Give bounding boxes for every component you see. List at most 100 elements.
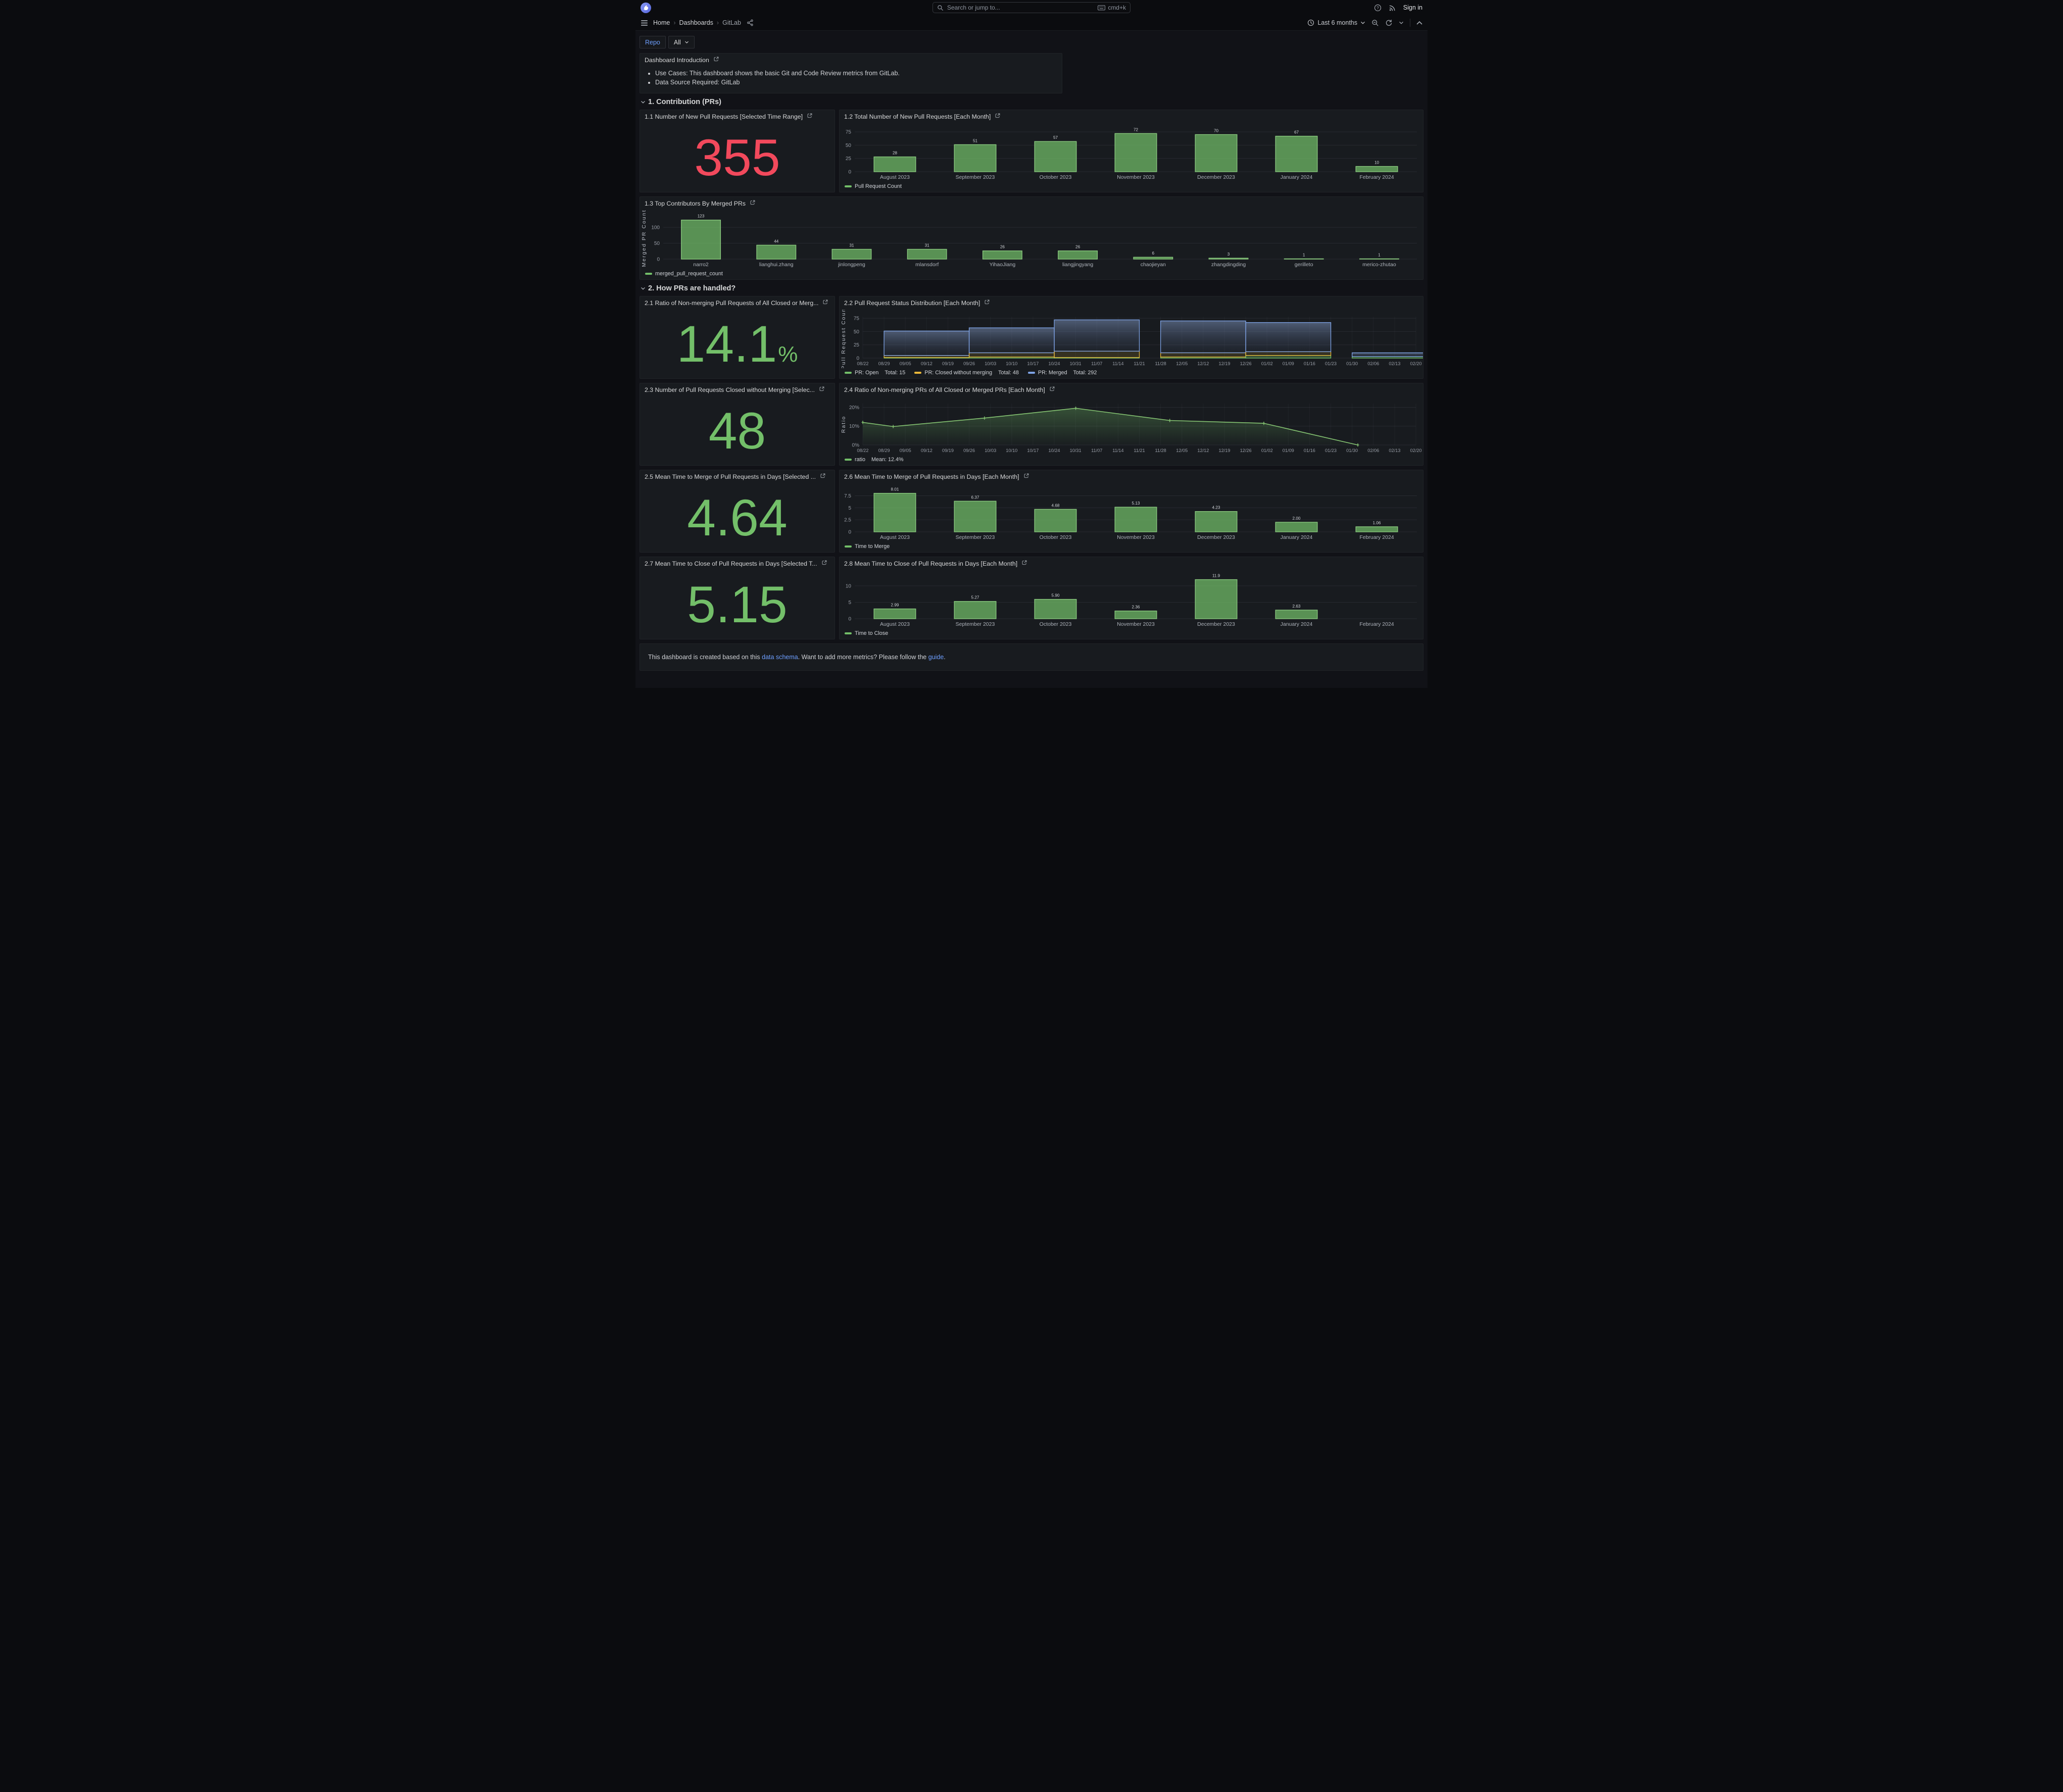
svg-text:September 2023: September 2023 [956, 621, 995, 627]
area-chart-nonmerge-ratio[interactable]: 0% 10% 20% Ratio 08/22 08/29 09/05 09/12 09/19 09… [840, 396, 1423, 455]
chart-legend[interactable]: Pull Request Count [840, 182, 1423, 192]
breadcrumb-separator: › [673, 19, 676, 26]
refresh-button[interactable] [1385, 19, 1393, 27]
panel-title: 2.1 Ratio of Non-merging Pull Requests o… [645, 300, 819, 307]
search-input[interactable]: Search or jump to... cmd+k [932, 2, 1131, 13]
intro-bullet: Use Cases: This dashboard shows the basi… [655, 69, 1062, 78]
external-link-icon[interactable] [984, 298, 990, 308]
svg-text:11/14: 11/14 [1112, 361, 1123, 366]
svg-text:50: 50 [854, 329, 860, 335]
share-dashboard-button[interactable] [747, 19, 754, 26]
svg-text:5: 5 [848, 600, 851, 606]
external-link-icon[interactable] [1023, 472, 1029, 481]
svg-text:50: 50 [654, 241, 660, 246]
chart-legend[interactable]: Time to Merge [840, 542, 1423, 552]
svg-text:01/16: 01/16 [1304, 361, 1315, 366]
bar-chart-top-contributors[interactable]: 0 50 100 Merged PR Count 123 narro2 44 lianghui… [640, 210, 1423, 269]
svg-text:01/09: 01/09 [1283, 361, 1294, 366]
search-placeholder: Search or jump to... [947, 4, 1000, 11]
stat-value: 48 [708, 402, 766, 460]
external-link-icon[interactable] [713, 56, 719, 65]
breadcrumb-home[interactable]: Home [653, 19, 670, 26]
chart-legend[interactable]: Time to Close [840, 629, 1423, 639]
panel-title: 1.1 Number of New Pull Requests [Selecte… [645, 113, 803, 120]
svg-text:Merged PR Count: Merged PR Count [641, 210, 647, 267]
svg-text:January 2024: January 2024 [1281, 174, 1313, 180]
mega-menu-button[interactable] [641, 20, 648, 26]
svg-text:0: 0 [657, 257, 660, 263]
legend-item[interactable]: Time to Merge [845, 543, 890, 550]
panel-title: 2.8 Mean Time to Close of Pull Requests … [844, 560, 1018, 567]
section-row-contribution[interactable]: 1. Contribution (PRs) [641, 98, 1423, 106]
svg-text:October 2023: October 2023 [1040, 534, 1072, 540]
legend-item[interactable]: PR: Closed without merging Total: 48 [914, 370, 1019, 376]
legend-swatch [845, 632, 852, 634]
legend-item[interactable]: PR: Merged Total: 292 [1027, 370, 1097, 376]
svg-text:12/26: 12/26 [1240, 448, 1252, 453]
external-link-icon[interactable] [1049, 385, 1055, 394]
legend-item[interactable]: PR: Open Total: 15 [845, 370, 905, 376]
breadcrumb-dashboards[interactable]: Dashboards [679, 19, 713, 26]
bar-chart-close-time[interactable]: 0 5 10 2.99 August 2023 5.27 September 2023 5.9… [840, 570, 1423, 629]
svg-text:09/12: 09/12 [921, 361, 932, 366]
stat-value: 5.15 [687, 576, 788, 633]
chart-legend[interactable]: ratio Mean: 12.4% [840, 455, 1423, 465]
stacked-bar-chart-pr-status[interactable]: 0 25 50 75 Pull Request Count 08/22 08/29 09/05… [840, 310, 1423, 368]
svg-text:72: 72 [1134, 127, 1139, 132]
collapse-toolbar-button[interactable] [1416, 21, 1422, 25]
svg-text:2.00: 2.00 [1293, 516, 1301, 521]
external-link-icon[interactable] [1021, 559, 1027, 568]
help-button[interactable]: ? [1374, 4, 1382, 12]
chevron-up-icon [1416, 21, 1422, 24]
legend-item[interactable]: Pull Request Count [845, 183, 902, 189]
svg-text:02/06: 02/06 [1367, 361, 1379, 366]
svg-text:01/09: 01/09 [1283, 448, 1294, 453]
svg-text:01/02: 01/02 [1261, 361, 1273, 366]
svg-text:December 2023: December 2023 [1197, 534, 1235, 540]
chart-legend[interactable]: PR: Open Total: 15 PR: Closed without merg… [840, 368, 1423, 378]
section-row-how-prs-handled[interactable]: 2. How PRs are handled? [641, 284, 1423, 292]
svg-text:26: 26 [1075, 245, 1080, 250]
svg-text:12/19: 12/19 [1218, 361, 1230, 366]
legend-item[interactable]: merged_pull_request_count [645, 271, 723, 277]
external-link-icon[interactable] [819, 385, 825, 394]
svg-text:28: 28 [893, 151, 898, 156]
svg-text:10/10: 10/10 [1006, 448, 1017, 453]
repo-variable-label[interactable]: Repo [640, 36, 666, 48]
panel-2-8-close-time-monthly: 2.8 Mean Time to Close of Pull Requests … [839, 557, 1423, 639]
guide-link[interactable]: guide [928, 654, 944, 661]
legend-item[interactable]: Time to Close [845, 630, 888, 636]
svg-text:0: 0 [848, 530, 851, 535]
svg-text:02/13: 02/13 [1389, 361, 1400, 366]
legend-swatch [845, 545, 852, 547]
external-link-icon[interactable] [807, 112, 813, 121]
external-link-icon[interactable] [750, 199, 756, 208]
stat-value: 14.1% [676, 315, 798, 373]
refresh-interval-dropdown[interactable] [1399, 21, 1404, 25]
svg-text:10/31: 10/31 [1070, 448, 1082, 453]
repo-variable-dropdown[interactable]: All [668, 36, 695, 48]
chart-legend[interactable]: merged_pull_request_count [640, 269, 1423, 279]
data-schema-link[interactable]: data schema [762, 654, 798, 661]
sign-in-link[interactable]: Sign in [1403, 4, 1422, 11]
merico-logo-icon[interactable] [641, 2, 651, 13]
bar-chart-merge-time[interactable]: 0 2.5 5 7.5 8.01 August 2023 6.37 September 202… [840, 483, 1423, 542]
stat-value: 355 [694, 129, 780, 186]
bar-chart-prs-per-month[interactable]: 0 25 50 75 28 August 2023 51 September 2023 57 Oc… [840, 123, 1423, 182]
time-range-picker[interactable]: Last 6 months [1307, 19, 1365, 26]
zoom-out-time-button[interactable] [1371, 19, 1379, 27]
external-link-icon[interactable] [822, 298, 828, 308]
panel-2-5-mean-time-to-merge: 2.5 Mean Time to Merge of Pull Requests … [640, 470, 835, 553]
svg-text:01/23: 01/23 [1325, 361, 1337, 366]
external-link-icon[interactable] [820, 472, 826, 481]
panel-title: 1.3 Top Contributors By Merged PRs [645, 200, 746, 207]
svg-text:09/12: 09/12 [921, 448, 932, 453]
svg-text:liangjingyang: liangjingyang [1062, 262, 1093, 268]
external-link-icon[interactable] [995, 112, 1001, 121]
dashboard-toolbar: Home › Dashboards › GitLab Last 6 months [635, 15, 1428, 31]
svg-text:01/30: 01/30 [1346, 448, 1358, 453]
news-button[interactable] [1389, 4, 1396, 12]
external-link-icon[interactable] [821, 559, 827, 568]
legend-item[interactable]: ratio Mean: 12.4% [845, 457, 904, 463]
svg-text:merico-zhutao: merico-zhutao [1362, 262, 1396, 268]
